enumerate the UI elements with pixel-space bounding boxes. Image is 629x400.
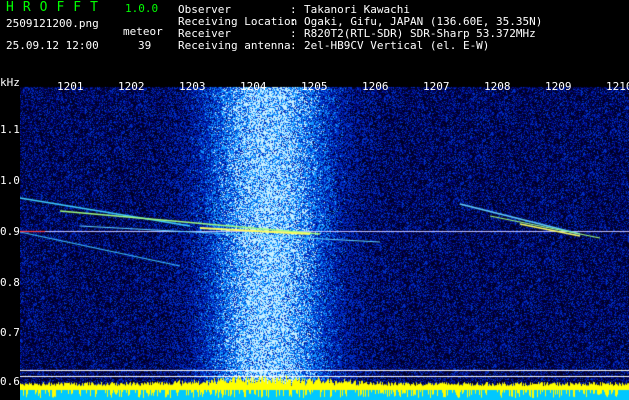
station-label: Receiving antenna: [178, 39, 291, 52]
meteor-label: meteor: [123, 25, 163, 38]
x-tick-label: 1202: [118, 80, 145, 93]
station-info: Observer: Takanori Kawachi Receiving Loca…: [178, 4, 542, 52]
x-tick-label: 1206: [362, 80, 389, 93]
y-tick-label: 0.8: [0, 276, 20, 289]
x-tick-label: 1207: [423, 80, 450, 93]
x-tick-label: 1209: [545, 80, 572, 93]
x-tick-label: 1203: [179, 80, 206, 93]
y-tick-label: 0.6: [0, 375, 20, 388]
y-tick-label: 1.0: [0, 174, 20, 187]
spectrogram: [20, 76, 629, 400]
file-name: 2509121200.png: [6, 17, 99, 30]
y-tick-label: 0.7: [0, 326, 20, 339]
meteor-count: 39: [138, 39, 152, 52]
y-tick-label: 0.9: [0, 225, 20, 238]
app-version: 1.0.0: [125, 2, 159, 15]
y-axis-unit: kHz: [0, 76, 20, 89]
x-tick-label: 1208: [484, 80, 511, 93]
y-tick-label: 1.1: [0, 123, 20, 136]
x-tick-label: 1204: [240, 80, 267, 93]
x-tick-label: 1205: [301, 80, 328, 93]
x-tick-label: 1210: [606, 80, 629, 93]
separator: :: [290, 39, 297, 52]
x-tick-label: 1201: [57, 80, 84, 93]
observation-datetime: 25.09.12 12:00: [6, 39, 99, 52]
spectrogram-canvas: [20, 76, 629, 400]
app-title: HROFFT: [6, 0, 107, 15]
station-value: 2el-HB9CV Vertical (el. E-W): [304, 39, 490, 52]
station-row-antenna: Receiving antenna: 2el-HB9CV Vertical (el…: [178, 40, 542, 52]
